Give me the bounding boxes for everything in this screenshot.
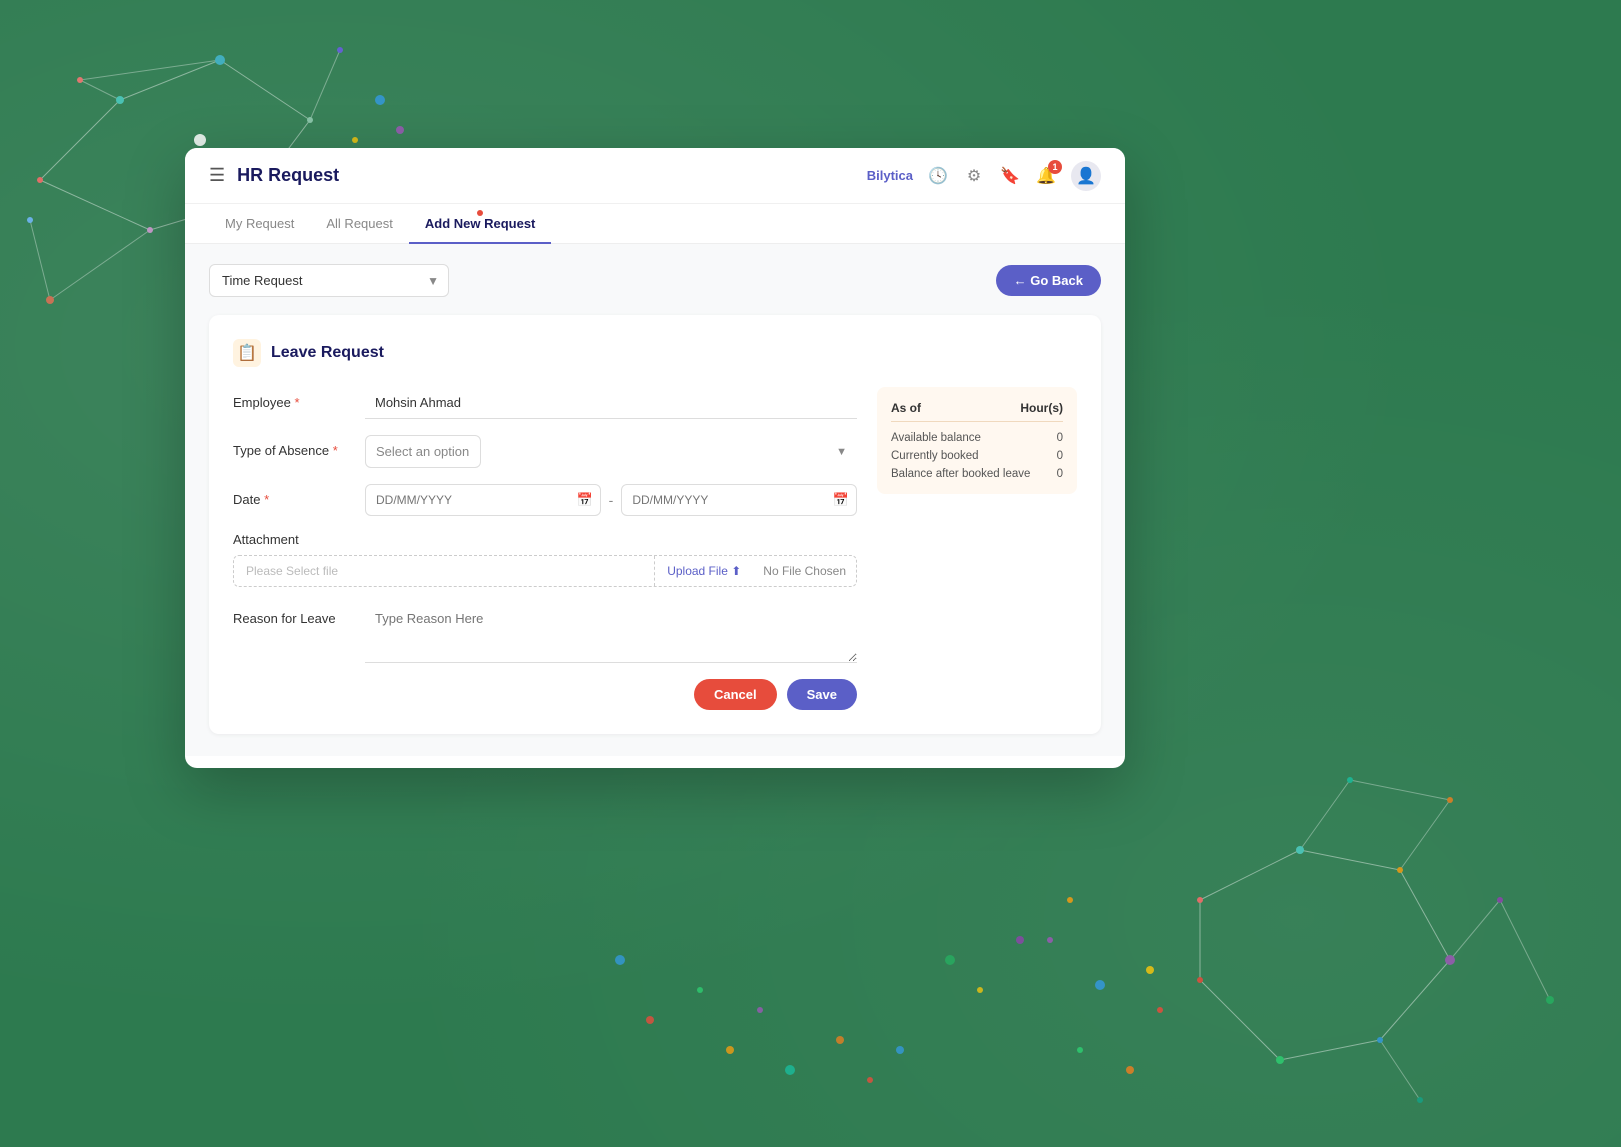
- balance-row-booked: Currently booked 0: [891, 450, 1063, 462]
- attachment-section: Attachment Please Select file Upload Fil…: [233, 532, 857, 587]
- date-to-wrapper: 📅: [621, 484, 857, 516]
- reason-textarea[interactable]: [365, 603, 857, 663]
- brand-label: Bilytica: [867, 168, 913, 183]
- tab-my-request[interactable]: My Request: [209, 204, 310, 243]
- no-file-label: No File Chosen: [753, 556, 856, 586]
- gear-icon[interactable]: ⚙: [963, 165, 985, 187]
- date-separator: -: [609, 492, 614, 508]
- active-tab-dot: [477, 210, 483, 216]
- date-from-wrapper: 📅: [365, 484, 601, 516]
- form-body: Employee * Type of Absence *: [233, 387, 1077, 710]
- date-from-input[interactable]: [365, 484, 601, 516]
- date-row: Date * 📅 - 📅: [233, 484, 857, 516]
- form-card-title: 📋 Leave Request: [233, 339, 1077, 367]
- employee-label: Employee *: [233, 387, 353, 410]
- notification-badge: 1: [1048, 160, 1062, 174]
- form-card-icon: 📋: [233, 339, 261, 367]
- nav-tabs: My Request All Request Add New Request: [185, 204, 1125, 244]
- app-window: ☰ HR Request Bilytica 🕓 ⚙ 🔖 🔔 1 👤 My Req…: [185, 148, 1125, 768]
- balance-row-available: Available balance 0: [891, 432, 1063, 444]
- form-left: Employee * Type of Absence *: [233, 387, 857, 710]
- date-required: *: [264, 492, 269, 507]
- absence-required: *: [333, 443, 338, 458]
- date-label: Date *: [233, 484, 353, 507]
- request-type-select-wrapper: Time Request Leave Request Other ▼: [209, 264, 449, 297]
- form-card: 📋 Leave Request Employee *: [209, 315, 1101, 734]
- absence-type-label: Type of Absence *: [233, 435, 353, 458]
- content-area: Time Request Leave Request Other ▼ ← Go …: [185, 244, 1125, 756]
- clock-icon[interactable]: 🕓: [927, 165, 949, 187]
- balance-card: As of Hour(s) Available balance 0 Curren…: [877, 387, 1077, 494]
- absence-type-row: Type of Absence * Select an option ▼: [233, 435, 857, 468]
- reason-label: Reason for Leave: [233, 603, 353, 626]
- balance-row-after-booked: Balance after booked leave 0: [891, 468, 1063, 480]
- avatar[interactable]: 👤: [1071, 161, 1101, 191]
- notification-wrapper[interactable]: 🔔 1: [1035, 165, 1057, 187]
- upload-button[interactable]: Upload File ⬆: [654, 556, 753, 586]
- tab-all-request[interactable]: All Request: [310, 204, 408, 243]
- employee-required: *: [294, 395, 299, 410]
- absence-type-select-wrapper: Select an option ▼: [365, 435, 857, 468]
- tab-add-new-request[interactable]: Add New Request: [409, 204, 552, 243]
- app-title: HR Request: [237, 165, 867, 186]
- absence-type-select[interactable]: Select an option: [365, 435, 481, 468]
- request-type-select[interactable]: Time Request Leave Request Other: [209, 264, 449, 297]
- employee-row: Employee *: [233, 387, 857, 419]
- hamburger-icon[interactable]: ☰: [209, 165, 225, 186]
- attachment-placeholder: Please Select file: [234, 556, 654, 586]
- cancel-button[interactable]: Cancel: [694, 679, 777, 710]
- attachment-label: Attachment: [233, 532, 857, 547]
- reason-section: Reason for Leave: [233, 603, 857, 663]
- toolbar: Time Request Leave Request Other ▼ ← Go …: [209, 264, 1101, 297]
- bookmark-icon[interactable]: 🔖: [999, 165, 1021, 187]
- employee-input[interactable]: [365, 387, 857, 419]
- attachment-input-row: Please Select file Upload File ⬆ No File…: [233, 555, 857, 587]
- header-actions: Bilytica 🕓 ⚙ 🔖 🔔 1 👤: [867, 161, 1101, 191]
- save-button[interactable]: Save: [787, 679, 857, 710]
- app-header: ☰ HR Request Bilytica 🕓 ⚙ 🔖 🔔 1 👤: [185, 148, 1125, 204]
- form-right: As of Hour(s) Available balance 0 Curren…: [877, 387, 1077, 710]
- go-back-button[interactable]: ← Go Back: [996, 265, 1101, 296]
- date-inputs: 📅 - 📅: [365, 484, 857, 516]
- date-to-input[interactable]: [621, 484, 857, 516]
- form-actions: Cancel Save: [233, 679, 857, 710]
- absence-select-arrow-icon: ▼: [836, 446, 847, 458]
- balance-header: As of Hour(s): [891, 401, 1063, 422]
